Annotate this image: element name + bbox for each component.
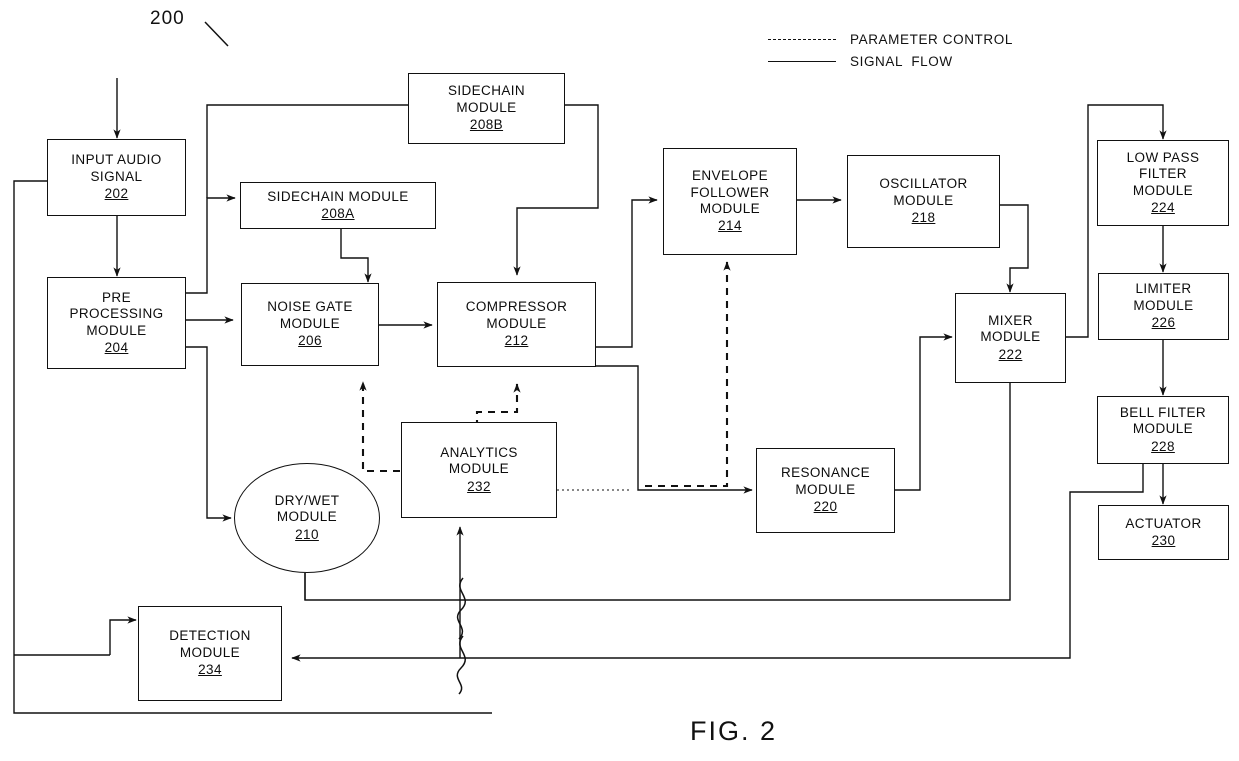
node-label: MIXER MODULE [980, 312, 1041, 345]
node-ref: 208A [321, 206, 355, 221]
node-label: ANALYTICS MODULE [440, 444, 518, 477]
node-label: DRY/WET MODULE [274, 492, 340, 525]
legend-label-signal-flow: SIGNAL FLOW [850, 53, 953, 69]
legend: PARAMETER CONTROL SIGNAL FLOW [768, 28, 1013, 72]
node-ref: 220 [813, 499, 838, 515]
node-label: BELL FILTER MODULE [1119, 404, 1207, 437]
node-label: DETECTION MODULE [169, 628, 251, 660]
node-input-audio-signal[interactable]: INPUT AUDIO SIGNAL 202 [47, 139, 186, 216]
figure-caption: FIG. 2 [690, 716, 778, 746]
node-label: SIDECHAIN MODULE [267, 188, 409, 204]
node-label: OSCILLATOR MODULE [879, 176, 968, 208]
node-sidechain-module-a[interactable]: SIDECHAIN MODULE 208A [240, 182, 436, 229]
node-label: LOW PASS FILTER MODULE [1126, 149, 1200, 198]
node-detection-module[interactable]: DETECTION MODULE 234 [138, 606, 282, 701]
node-ref: 226 [1151, 315, 1176, 331]
node-compressor-module[interactable]: COMPRESSOR MODULE 212 [437, 282, 596, 367]
node-resonance-module[interactable]: RESONANCE MODULE 220 [756, 448, 895, 533]
node-label: COMPRESSOR MODULE [465, 299, 568, 331]
node-ref: 214 [718, 218, 742, 234]
node-pre-processing-module[interactable]: PRE PROCESSING MODULE 204 [47, 277, 186, 369]
node-ref: 232 [467, 478, 491, 494]
node-label: ENVELOPE FOLLOWER MODULE [690, 168, 770, 216]
node-label: PRE PROCESSING MODULE [69, 289, 164, 338]
node-ref: 228 [1151, 438, 1175, 454]
node-ref: 230 [1151, 533, 1176, 548]
node-label: ACTUATOR [1125, 515, 1202, 531]
node-ref: 208B [469, 117, 504, 133]
node-ref: 234 [198, 662, 222, 678]
node-mixer-module[interactable]: MIXER MODULE 222 [955, 293, 1066, 383]
node-ref: 212 [504, 333, 529, 349]
node-ref: 224 [1151, 199, 1175, 215]
node-oscillator-module[interactable]: OSCILLATOR MODULE 218 [847, 155, 1000, 248]
node-actuator[interactable]: ACTUATOR 230 [1098, 505, 1229, 560]
figure-reference-tag: 200 [150, 8, 185, 29]
node-label: NOISE GATE MODULE [267, 299, 353, 331]
node-ref: 202 [104, 186, 129, 202]
node-low-pass-filter-module[interactable]: LOW PASS FILTER MODULE 224 [1097, 140, 1229, 226]
node-label: LIMITER MODULE [1133, 281, 1194, 313]
node-ref: 210 [295, 526, 319, 542]
legend-label-parameter-control: PARAMETER CONTROL [850, 31, 1013, 47]
node-label: INPUT AUDIO SIGNAL [71, 152, 162, 184]
node-ref: 204 [104, 339, 129, 355]
figure-canvas: 200 PARAMETER CONTROL SIGNAL FLOW INPUT … [0, 0, 1239, 761]
legend-row-signal-flow: SIGNAL FLOW [768, 50, 1013, 72]
node-label: SIDECHAIN MODULE [447, 83, 526, 115]
node-sidechain-module-b[interactable]: SIDECHAIN MODULE 208B [408, 73, 565, 144]
node-label: RESONANCE MODULE [780, 465, 871, 497]
legend-row-parameter-control: PARAMETER CONTROL [768, 28, 1013, 50]
node-ref: 218 [911, 210, 936, 226]
node-dry-wet-module[interactable]: DRY/WET MODULE 210 [234, 463, 380, 573]
legend-key-solid-line [768, 60, 836, 62]
node-analytics-module[interactable]: ANALYTICS MODULE 232 [401, 422, 557, 518]
node-ref: 206 [298, 333, 322, 349]
node-bell-filter-module[interactable]: BELL FILTER MODULE 228 [1097, 396, 1229, 464]
legend-key-dashed-line [768, 38, 836, 40]
node-ref: 222 [998, 346, 1023, 362]
node-limiter-module[interactable]: LIMITER MODULE 226 [1098, 273, 1229, 340]
node-envelope-follower-module[interactable]: ENVELOPE FOLLOWER MODULE 214 [663, 148, 797, 255]
node-noise-gate-module[interactable]: NOISE GATE MODULE 206 [241, 283, 379, 366]
